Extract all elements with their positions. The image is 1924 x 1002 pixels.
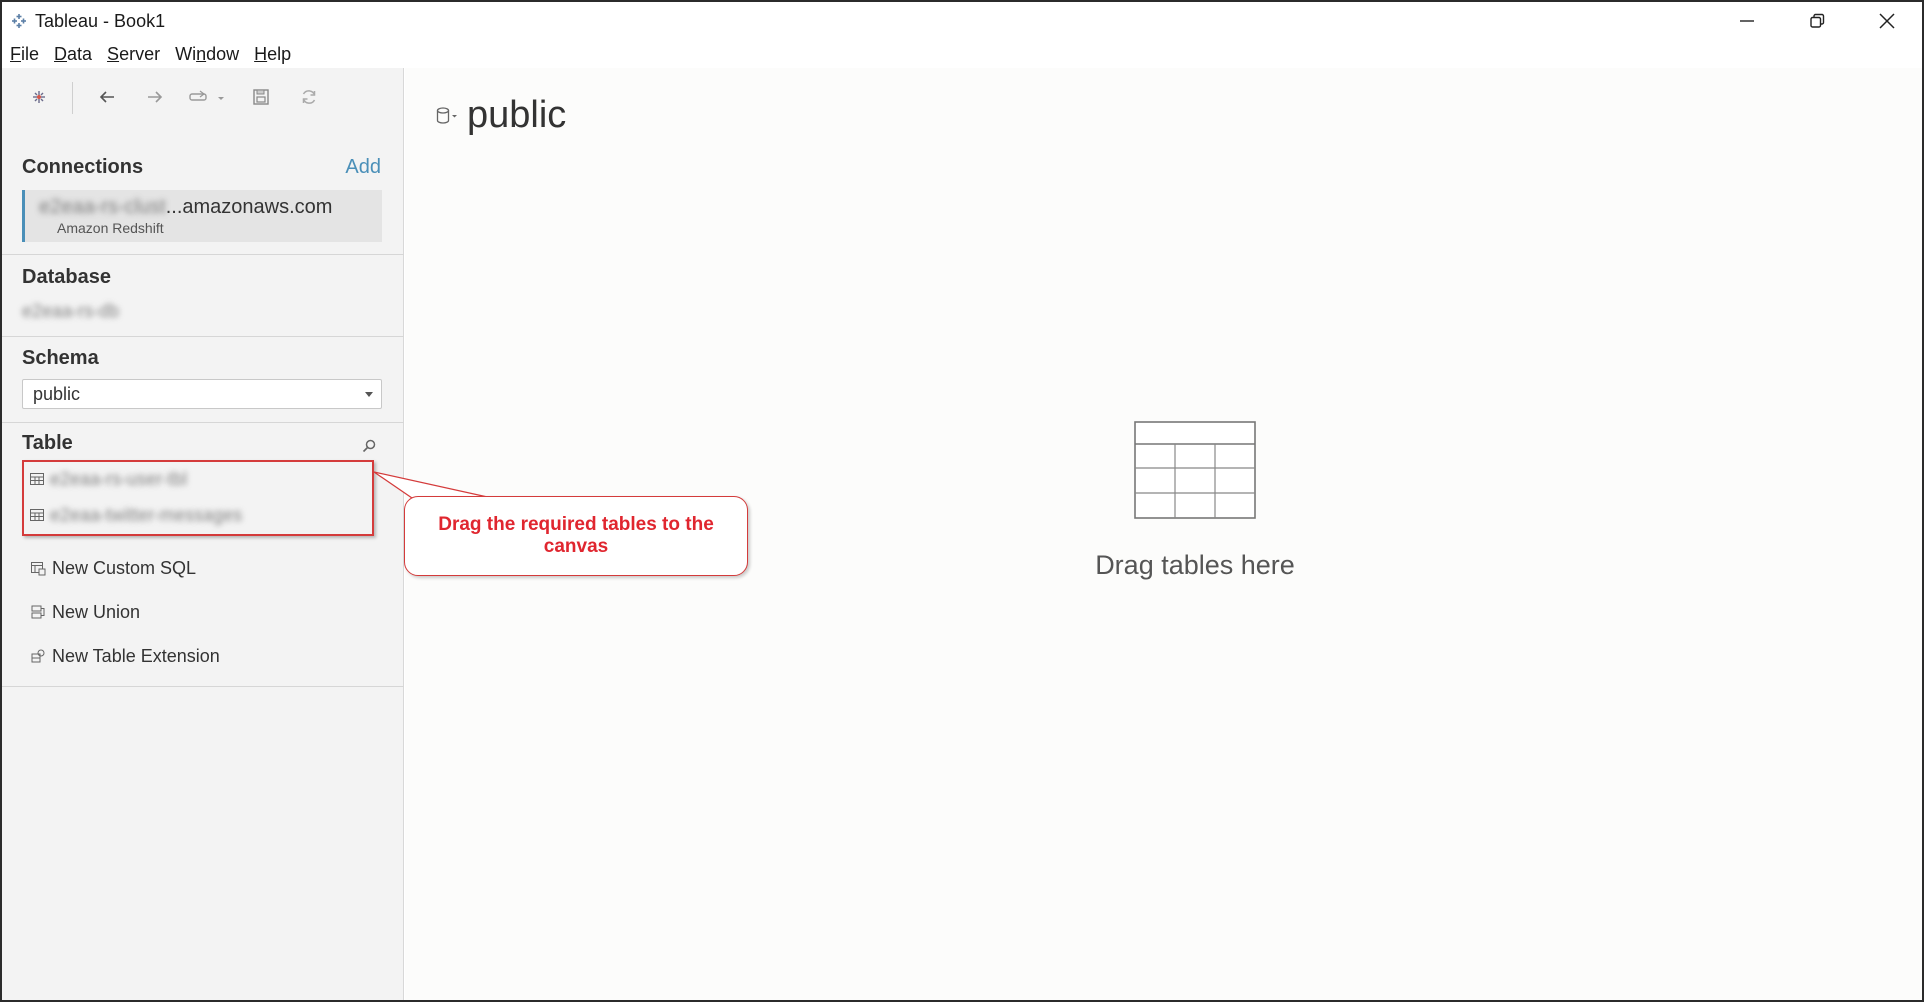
data-source-icon: [189, 90, 224, 101]
new-union-label: New Union: [52, 601, 141, 622]
connection-host: e2eaa-rs-clust...amazonaws.com: [39, 196, 332, 219]
connections-heading: Connections: [22, 156, 144, 178]
annotation-highlight-box: [22, 460, 374, 536]
callout-text: Drag the required tables to the canvas: [438, 514, 714, 557]
connection-host-suffix: ...amazonaws.com: [165, 196, 333, 218]
canvas-title: public: [467, 94, 567, 136]
menu-bar: File Data Server Window Help: [2, 40, 1922, 68]
menu-file[interactable]: File: [10, 44, 39, 65]
divider: [2, 422, 404, 423]
refresh-button[interactable]: [296, 84, 322, 110]
toolbar: [2, 68, 404, 128]
forward-icon: [148, 91, 163, 103]
refresh-icon: [302, 90, 316, 104]
drop-zone-text: Drag tables here: [1095, 550, 1295, 580]
schema-dropdown[interactable]: public: [22, 379, 382, 409]
save-button[interactable]: [248, 84, 274, 110]
schema-selected-value: public: [33, 384, 81, 404]
new-custom-sql-label: New Custom SQL: [52, 557, 197, 578]
close-button[interactable]: [1852, 2, 1922, 40]
new-union-item[interactable]: New Union: [30, 599, 140, 625]
connection-host-blurred: e2eaa-rs-clust: [39, 196, 166, 218]
window-title: Tableau - Book1: [35, 10, 166, 31]
divider: [2, 254, 404, 255]
divider: [2, 336, 404, 337]
data-source-button[interactable]: [188, 84, 228, 110]
connection-card[interactable]: e2eaa-rs-clust...amazonaws.com Amazon Re…: [22, 190, 382, 242]
minimize-icon: [1740, 20, 1754, 22]
table-grid-icon: [1134, 421, 1256, 519]
canvas-header: public: [435, 94, 566, 137]
search-icon[interactable]: [361, 438, 377, 454]
new-table-extension-item[interactable]: New Table Extension: [30, 643, 220, 669]
back-button[interactable]: [94, 84, 120, 110]
divider: [2, 686, 404, 687]
menu-window[interactable]: Window: [175, 44, 239, 65]
annotation-callout: Drag the required tables to the canvas: [404, 496, 748, 576]
tableau-logo-icon: [33, 91, 45, 103]
database-value[interactable]: e2eaa-rs-db: [22, 301, 119, 322]
save-icon: [253, 89, 269, 105]
toolbar-separator: [72, 82, 73, 114]
new-custom-sql-item[interactable]: New Custom SQL: [30, 555, 196, 581]
tableau-window: Tableau - Book1 File Data Server Window …: [0, 0, 1924, 1002]
connection-type: Amazon Redshift: [57, 220, 164, 236]
minimize-button[interactable]: [1712, 2, 1782, 40]
forward-button[interactable]: [142, 84, 168, 110]
table-heading: Table: [22, 432, 73, 454]
drop-zone[interactable]: Drag tables here: [1065, 421, 1325, 581]
tableau-logo-button[interactable]: [26, 84, 52, 110]
window-controls: [1712, 2, 1922, 40]
custom-sql-icon: [31, 562, 46, 576]
new-table-extension-label: New Table Extension: [52, 645, 220, 666]
menu-data[interactable]: Data: [54, 44, 92, 65]
database-icon[interactable]: [435, 106, 457, 126]
data-source-pane: Connections Add e2eaa-rs-clust...amazona…: [2, 68, 404, 1000]
menu-help[interactable]: Help: [254, 44, 291, 65]
restore-button[interactable]: [1782, 2, 1852, 40]
tableau-app-icon: [12, 14, 26, 28]
title-bar: Tableau - Book1: [2, 2, 1922, 40]
menu-server[interactable]: Server: [107, 44, 160, 65]
union-icon: [31, 605, 45, 619]
close-icon: [1879, 13, 1895, 29]
add-connection-link[interactable]: Add: [345, 156, 381, 179]
table-extension-icon: [31, 649, 45, 663]
restore-icon: [1810, 13, 1825, 28]
chevron-down-icon: [365, 392, 373, 397]
back-icon: [99, 91, 114, 103]
database-heading: Database: [22, 266, 111, 288]
schema-heading: Schema: [22, 347, 99, 369]
